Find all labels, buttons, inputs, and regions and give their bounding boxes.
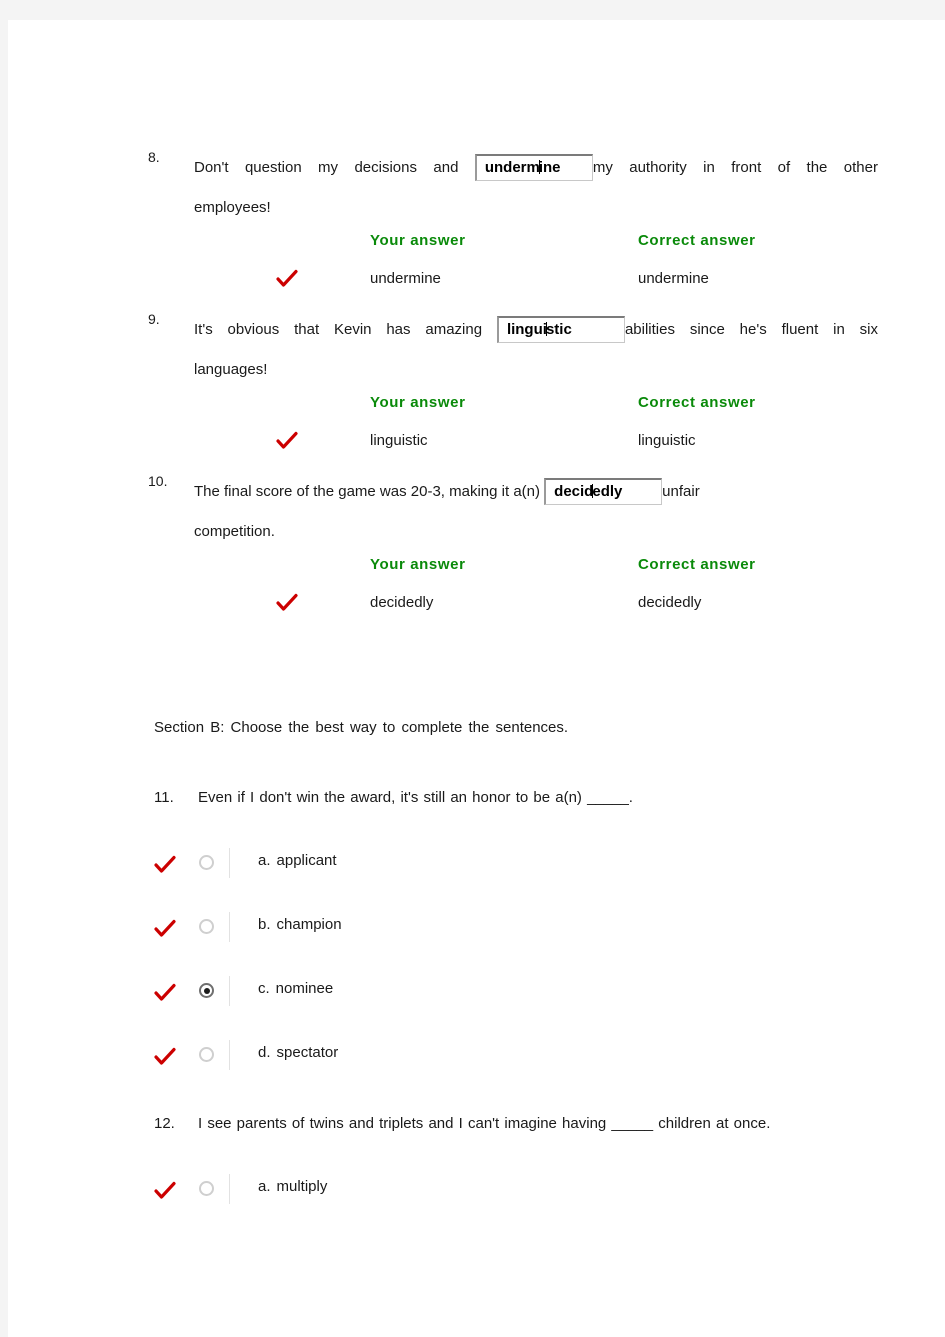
- correct-answer-header: Correct answer: [638, 556, 756, 573]
- check-icon: [276, 431, 298, 449]
- answer-input-10[interactable]: decidedly: [544, 477, 663, 505]
- question-line-2: languages!: [194, 361, 268, 378]
- mc-option-label: a. multiply: [258, 1178, 327, 1195]
- question-text-before: It's obvious that Kevin has amazing: [194, 321, 483, 338]
- mc-option-label: a. applicant: [258, 852, 337, 869]
- question-text: I see parents of twins and triplets and …: [198, 1115, 771, 1132]
- question-line-1: The final score of the game was 20-3, ma…: [194, 472, 878, 512]
- option-text: champion: [276, 916, 342, 933]
- question-text-before: The final score of the game was 20-3, ma…: [194, 483, 540, 500]
- answer-input-9[interactable]: linguistic: [496, 315, 625, 343]
- question-text: Even if I don't win the award, it's stil…: [198, 789, 633, 806]
- text-cursor: [538, 159, 540, 174]
- radio-button-c[interactable]: [199, 983, 214, 998]
- option-divider: [229, 976, 230, 1006]
- answer-compare-9: Your answer Correct answer linguistic li…: [194, 390, 878, 472]
- answer-compare-10: Your answer Correct answer decidedly dec…: [194, 552, 878, 634]
- check-icon: [154, 983, 176, 1001]
- check-icon: [154, 919, 176, 937]
- your-answer-header: Your answer: [370, 556, 466, 573]
- option-letter: a.: [258, 1178, 271, 1195]
- radio-button-a[interactable]: [199, 855, 214, 870]
- mc-option-row[interactable]: a. multiply: [148, 1162, 878, 1226]
- option-divider: [229, 1040, 230, 1070]
- answer-input-8[interactable]: undermine: [474, 153, 593, 181]
- question-number: 10.: [148, 473, 168, 489]
- your-answer-header: Your answer: [370, 232, 466, 249]
- option-text: applicant: [276, 852, 337, 869]
- check-icon: [276, 593, 298, 611]
- mc-option-label: b. champion: [258, 916, 342, 933]
- option-text: multiply: [276, 1178, 328, 1195]
- mc-options-12: a. multiply: [148, 1162, 878, 1226]
- document-content: 8. Don't question my decisions and under…: [148, 20, 878, 1226]
- correct-answer-value: undermine: [638, 270, 709, 287]
- question-number: 8.: [148, 149, 160, 165]
- correct-answer-header: Correct answer: [638, 394, 756, 411]
- answer-compare-8: Your answer Correct answer undermine und…: [194, 228, 878, 310]
- option-letter: a.: [258, 852, 271, 869]
- option-text: spectator: [276, 1044, 339, 1061]
- option-letter: b.: [258, 916, 271, 933]
- your-answer-header: Your answer: [370, 394, 466, 411]
- question-line-2: employees!: [194, 199, 271, 216]
- question-text: It's obvious that Kevin has amazing ling…: [194, 310, 878, 390]
- document-page: 8. Don't question my decisions and under…: [8, 20, 945, 1337]
- radio-button-b[interactable]: [199, 919, 214, 934]
- question-block-8: 8. Don't question my decisions and under…: [148, 20, 878, 310]
- question-number: 11.: [154, 789, 174, 806]
- check-icon: [276, 269, 298, 287]
- mc-option-row[interactable]: a. applicant: [148, 836, 878, 900]
- question-text: The final score of the game was 20-3, ma…: [194, 472, 878, 552]
- mc-option-label: c. nominee: [258, 980, 333, 997]
- option-divider: [229, 1174, 230, 1204]
- question-line-1: It's obvious that Kevin has amazing ling…: [194, 310, 878, 350]
- option-letter: c.: [258, 980, 270, 997]
- mc-question-11: 11. Even if I don't win the award, it's s…: [154, 787, 878, 809]
- your-answer-value: decidedly: [370, 594, 434, 611]
- your-answer-value: linguistic: [370, 432, 428, 449]
- question-text: Don't question my decisions and undermin…: [194, 148, 878, 228]
- question-block-10: 10. The final score of the game was 20-3…: [148, 472, 878, 634]
- mc-option-row[interactable]: c. nominee: [148, 964, 878, 1028]
- question-text-before: Don't question my decisions and: [194, 159, 459, 176]
- text-cursor: [545, 321, 547, 336]
- mc-options-11: a. applicant b. champion c. nominee d. spect…: [148, 836, 878, 1092]
- question-text-after: abilities since he's fluent in six: [624, 321, 878, 338]
- text-cursor: [592, 483, 594, 498]
- option-letter: d.: [258, 1044, 271, 1061]
- option-text: nominee: [275, 980, 334, 997]
- question-number: 12.: [154, 1115, 175, 1132]
- mc-question-12: 12. I see parents of twins and triplets a…: [154, 1113, 878, 1135]
- check-icon: [154, 855, 176, 873]
- your-answer-value: undermine: [370, 270, 441, 287]
- check-icon: [154, 1047, 176, 1065]
- question-line-2: competition.: [194, 523, 275, 540]
- question-text-after: unfair: [662, 483, 700, 500]
- mc-option-row[interactable]: d. spectator: [148, 1028, 878, 1092]
- check-icon: [154, 1181, 176, 1199]
- option-divider: [229, 848, 230, 878]
- correct-answer-value: decidedly: [638, 594, 702, 611]
- radio-button-d[interactable]: [199, 1047, 214, 1062]
- option-divider: [229, 912, 230, 942]
- mc-option-label: d. spectator: [258, 1044, 338, 1061]
- question-number: 9.: [148, 311, 160, 327]
- correct-answer-value: linguistic: [638, 432, 696, 449]
- radio-button-a[interactable]: [199, 1181, 214, 1196]
- question-text-after: my authority in front of the other: [592, 159, 878, 176]
- correct-answer-header: Correct answer: [638, 232, 756, 249]
- mc-option-row[interactable]: b. champion: [148, 900, 878, 964]
- section-b-heading: Section B: Choose the best way to comple…: [154, 719, 569, 736]
- question-block-9: 9. It's obvious that Kevin has amazing l…: [148, 310, 878, 472]
- question-line-1: Don't question my decisions and undermin…: [194, 148, 878, 188]
